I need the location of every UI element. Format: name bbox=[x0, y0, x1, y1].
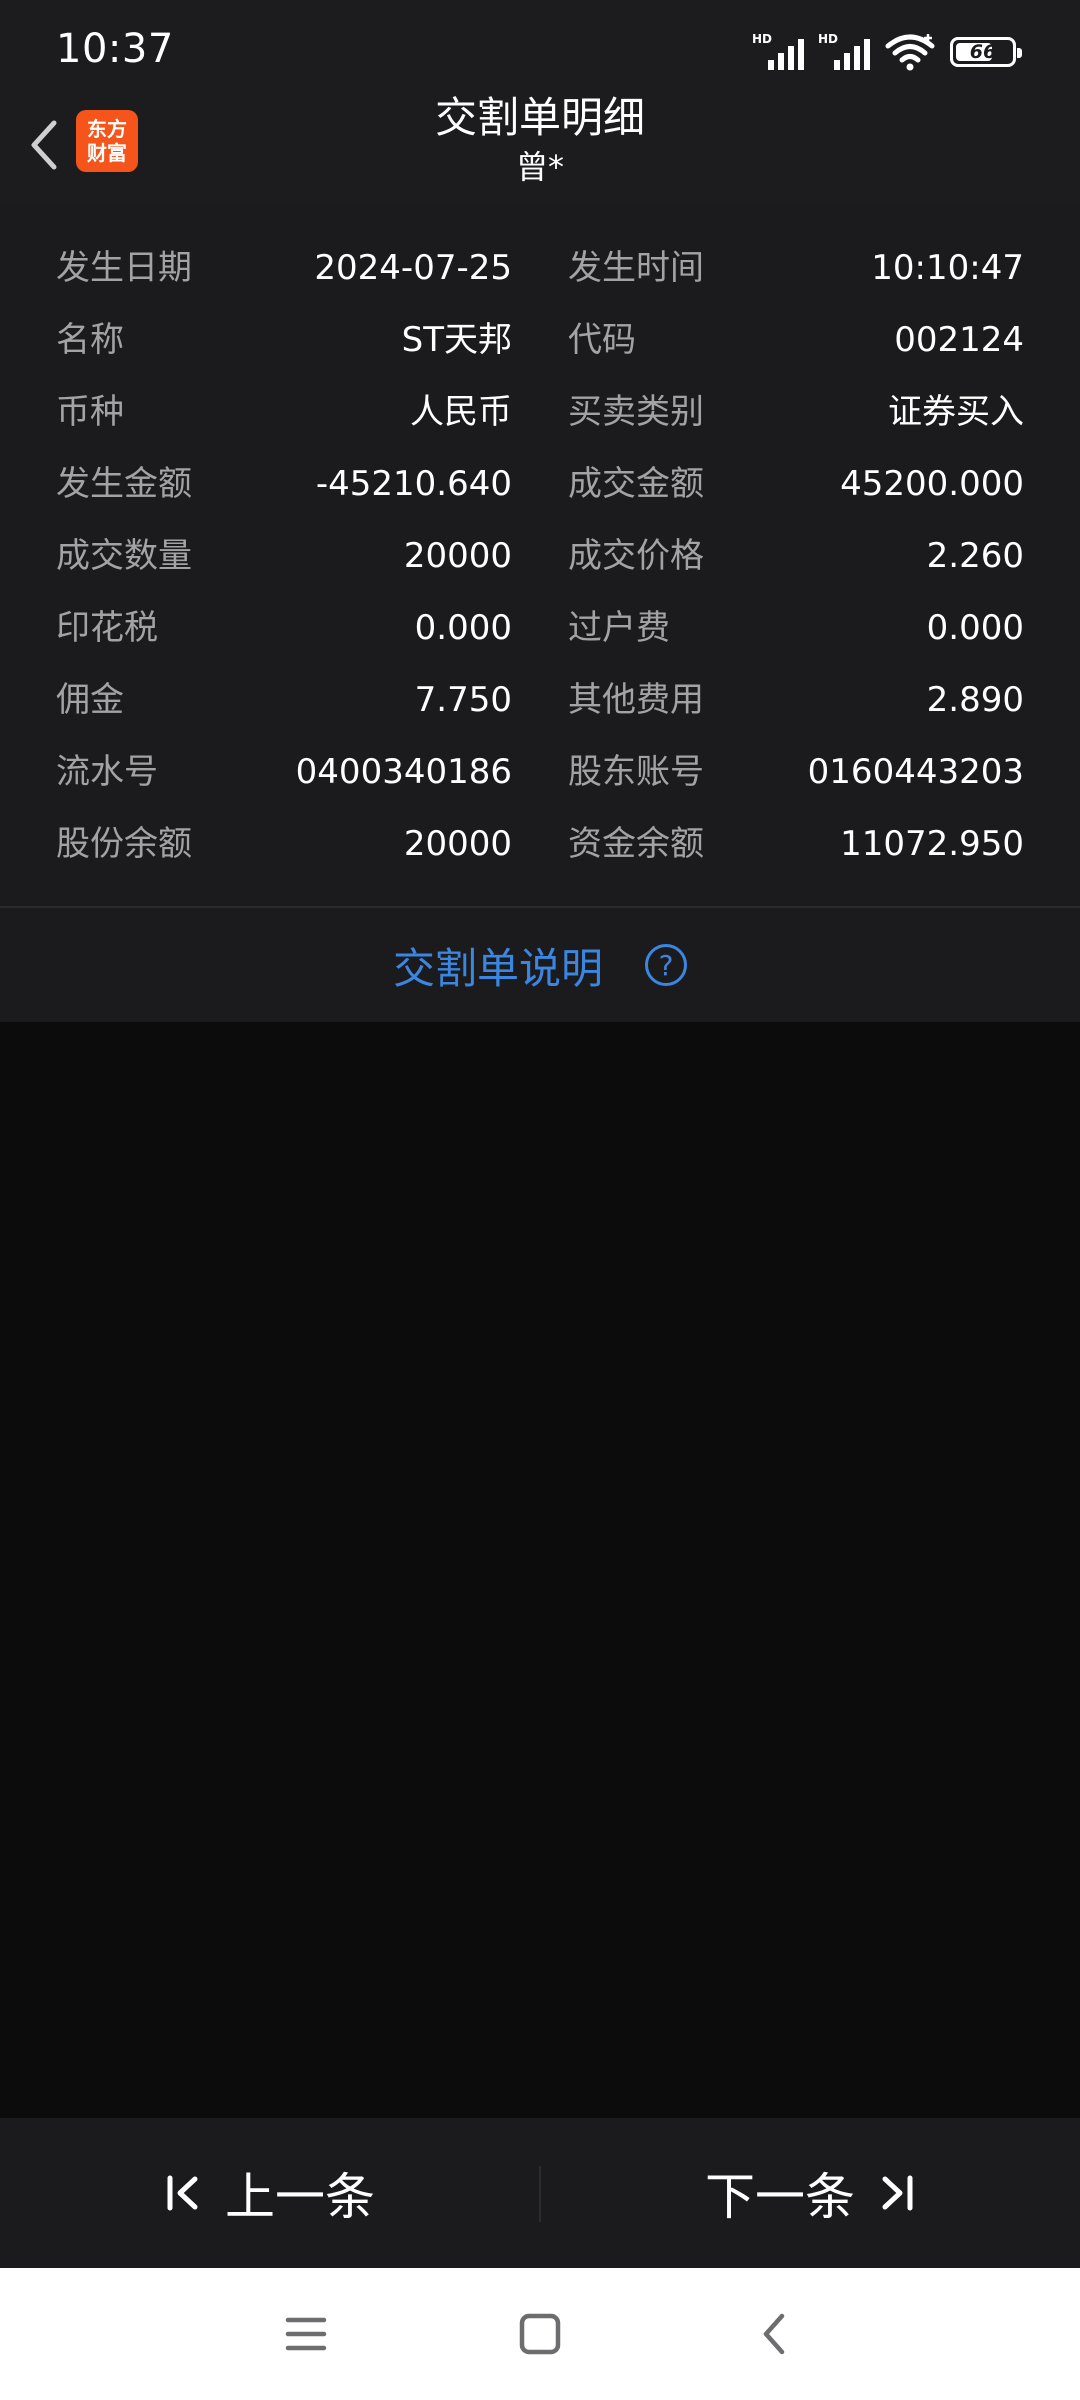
battery-level: 66 bbox=[969, 41, 997, 63]
detail-row: 股份余额 20000 资金余额 11072.950 bbox=[0, 808, 1080, 880]
detail-label: 股份余额 bbox=[56, 824, 192, 864]
detail-label: 佣金 bbox=[56, 680, 124, 720]
detail-value: 20000 bbox=[403, 536, 512, 576]
signal-icon: HD bbox=[752, 32, 804, 72]
detail-value: 0.000 bbox=[414, 608, 512, 648]
page-subtitle: 曾* bbox=[515, 148, 564, 186]
detail-value: 002124 bbox=[894, 320, 1024, 360]
status-icons: HD HD 66 bbox=[752, 28, 1022, 76]
detail-row: 发生金额 -45210.640 成交金额 45200.000 bbox=[0, 448, 1080, 520]
detail-panel: 发生日期 2024-07-25 发生时间 10:10:47 名称 ST天邦 代码… bbox=[0, 204, 1080, 908]
app-header: 东方 财富 交割单明细 曾* bbox=[0, 93, 1080, 204]
detail-label: 发生时间 bbox=[568, 248, 704, 288]
signal-icon: HD bbox=[818, 32, 870, 72]
detail-label: 流水号 bbox=[56, 752, 158, 792]
detail-label: 成交数量 bbox=[56, 536, 192, 576]
detail-label: 发生日期 bbox=[56, 248, 192, 288]
next-record-label: 下一条 bbox=[705, 2168, 855, 2226]
battery-icon: 66 bbox=[950, 37, 1022, 67]
back-chevron-icon bbox=[763, 2313, 785, 2355]
detail-value: 2.890 bbox=[926, 680, 1024, 720]
home-square-icon bbox=[519, 2313, 561, 2355]
prev-record-label: 上一条 bbox=[225, 2168, 375, 2226]
detail-value: 0160443203 bbox=[807, 752, 1024, 792]
system-menu-button[interactable] bbox=[276, 2304, 336, 2364]
detail-value: 11072.950 bbox=[840, 824, 1024, 864]
skip-next-icon bbox=[882, 2175, 913, 2211]
prev-record-button[interactable]: 上一条 bbox=[0, 2118, 540, 2268]
wifi-icon bbox=[885, 34, 935, 71]
help-icon[interactable]: ? bbox=[645, 944, 687, 986]
detail-value: 20000 bbox=[403, 824, 512, 864]
explain-bar[interactable]: 交割单说明 ? bbox=[0, 908, 1080, 1022]
status-time: 10:37 bbox=[56, 26, 174, 72]
skip-prev-icon bbox=[167, 2175, 198, 2211]
system-home-button[interactable] bbox=[510, 2304, 570, 2364]
page-title: 交割单明细 bbox=[434, 93, 645, 142]
detail-label: 股东账号 bbox=[568, 752, 704, 792]
detail-label: 买卖类别 bbox=[568, 392, 704, 432]
detail-label: 过户费 bbox=[568, 608, 670, 648]
detail-label: 代码 bbox=[568, 320, 636, 360]
detail-value: 2024-07-25 bbox=[314, 248, 512, 288]
detail-row: 名称 ST天邦 代码 002124 bbox=[0, 304, 1080, 376]
detail-label: 印花税 bbox=[56, 608, 158, 648]
system-nav-bar bbox=[0, 2268, 1080, 2400]
detail-value: 2.260 bbox=[926, 536, 1024, 576]
detail-value: 7.750 bbox=[414, 680, 512, 720]
detail-value: -45210.640 bbox=[315, 464, 512, 504]
bottom-nav: 上一条 下一条 bbox=[0, 2118, 1080, 2268]
menu-icon bbox=[285, 2317, 327, 2351]
detail-row: 成交数量 20000 成交价格 2.260 bbox=[0, 520, 1080, 592]
detail-value: 证券买入 bbox=[888, 392, 1024, 432]
detail-row: 币种 人民币 买卖类别 证券买入 bbox=[0, 376, 1080, 448]
detail-row: 发生日期 2024-07-25 发生时间 10:10:47 bbox=[0, 232, 1080, 304]
detail-label: 成交价格 bbox=[568, 536, 704, 576]
detail-value: 0.000 bbox=[926, 608, 1024, 648]
detail-value: 45200.000 bbox=[840, 464, 1024, 504]
detail-value: ST天邦 bbox=[401, 320, 512, 360]
detail-row: 佣金 7.750 其他费用 2.890 bbox=[0, 664, 1080, 736]
detail-label: 名称 bbox=[56, 320, 124, 360]
detail-label: 币种 bbox=[56, 392, 124, 432]
detail-label: 发生金额 bbox=[56, 464, 192, 504]
detail-value: 10:10:47 bbox=[871, 248, 1024, 288]
detail-row: 流水号 0400340186 股东账号 0160443203 bbox=[0, 736, 1080, 808]
next-record-button[interactable]: 下一条 bbox=[540, 2118, 1080, 2268]
detail-row: 印花税 0.000 过户费 0.000 bbox=[0, 592, 1080, 664]
explain-link[interactable]: 交割单说明 bbox=[393, 935, 603, 996]
system-back-button[interactable] bbox=[744, 2304, 804, 2364]
detail-value: 人民币 bbox=[410, 392, 512, 432]
detail-value: 0400340186 bbox=[295, 752, 512, 792]
detail-label: 其他费用 bbox=[568, 680, 704, 720]
detail-label: 资金余额 bbox=[568, 824, 704, 864]
detail-label: 成交金额 bbox=[568, 464, 704, 504]
